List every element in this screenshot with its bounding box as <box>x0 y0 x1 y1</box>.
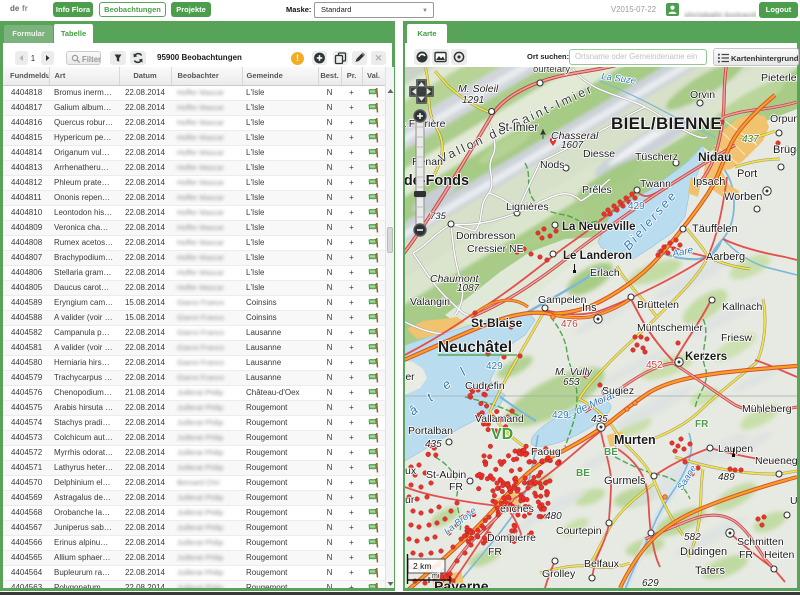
svg-text:Pieterlen: Pieterlen <box>761 72 797 84</box>
svg-text:ur: ur <box>405 494 415 506</box>
svg-text:enches: enches <box>500 503 534 515</box>
svg-text:Diesse: Diesse <box>583 148 615 160</box>
svg-text:Kerzers: Kerzers <box>685 351 727 363</box>
svg-text:429: 429 <box>552 410 569 421</box>
svg-text:735: 735 <box>430 211 447 222</box>
svg-text:Brügg: Brügg <box>773 144 797 156</box>
svg-text:429: 429 <box>628 201 645 212</box>
svg-text:Laupen: Laupen <box>718 443 753 455</box>
svg-text:Tüscherz: Tüscherz <box>635 151 678 163</box>
svg-text:Gurmels: Gurmels <box>604 475 646 487</box>
svg-text:435: 435 <box>425 439 442 450</box>
svg-text:1607: 1607 <box>561 140 584 151</box>
svg-text:La Neuveville: La Neuveville <box>562 221 636 233</box>
svg-text:VD: VD <box>491 426 513 443</box>
svg-text:ier: ier <box>405 371 415 383</box>
svg-text:Brüttelen: Brüttelen <box>637 299 679 311</box>
svg-text:FR: FR <box>488 546 502 558</box>
svg-text:Lignières: Lignières <box>506 201 549 213</box>
svg-text:Port: Port <box>737 168 757 180</box>
svg-text:2 km: 2 km <box>413 561 431 571</box>
svg-text:452: 452 <box>646 360 663 371</box>
svg-text:BE: BE <box>604 447 618 458</box>
svg-text:Kallnach: Kallnach <box>722 301 762 313</box>
svg-text:Courtepin: Courtepin <box>556 525 602 537</box>
svg-text:480: 480 <box>545 511 562 522</box>
svg-text:489: 489 <box>718 472 735 483</box>
svg-text:Aarberg: Aarberg <box>706 251 745 263</box>
svg-text:Müntschemier: Müntschemier <box>637 322 703 334</box>
svg-text:Cudrefin: Cudrefin <box>465 380 505 392</box>
svg-text:Portalban: Portalban <box>408 425 453 437</box>
svg-text:Orvin: Orvin <box>690 89 715 101</box>
svg-text:Faoug: Faoug <box>531 446 561 458</box>
svg-text:Mühleberg: Mühleberg <box>742 403 792 415</box>
svg-text:435: 435 <box>591 414 608 425</box>
svg-text:1087: 1087 <box>457 283 480 294</box>
svg-text:Vallamand: Vallamand <box>475 413 524 425</box>
svg-text:Worben: Worben <box>724 191 762 203</box>
svg-text:Heiten: Heiten <box>764 549 795 561</box>
svg-text:St-Blaise: St-Blaise <box>471 316 523 330</box>
svg-text:Friesw: Friesw <box>721 332 752 344</box>
svg-text:FR: FR <box>449 481 463 493</box>
svg-text:629: 629 <box>642 578 659 588</box>
svg-text:ux: ux <box>405 465 417 477</box>
svg-text:Erlach: Erlach <box>590 267 620 279</box>
svg-text:Nidau: Nidau <box>698 150 731 164</box>
svg-text:St-Imier: St-Imier <box>498 122 538 134</box>
svg-text:U: U <box>790 495 797 507</box>
svg-text:St-Aubin: St-Aubin <box>426 469 466 481</box>
svg-text:Neuchâtel: Neuchâtel <box>438 339 512 356</box>
svg-text:Belfaux: Belfaux <box>584 558 620 570</box>
svg-text:476: 476 <box>561 319 578 330</box>
svg-text:ourtelary: ourtelary <box>533 67 570 75</box>
svg-text:Ipsach: Ipsach <box>693 176 725 188</box>
svg-text:Tafers: Tafers <box>695 565 725 577</box>
svg-text:653: 653 <box>563 377 580 388</box>
svg-text:582: 582 <box>684 532 701 543</box>
svg-text:Dombresson: Dombresson <box>456 230 516 242</box>
svg-text:Sugiez: Sugiez <box>602 385 634 397</box>
svg-text:-de-Fonds: -de-Fonds <box>405 173 469 189</box>
svg-text:Schmitten: Schmitten <box>737 536 784 548</box>
svg-text:Prêles: Prêles <box>582 184 612 196</box>
svg-text:Neueneg: Neueneg <box>755 455 797 467</box>
svg-text:FR: FR <box>695 419 709 430</box>
svg-text:FR: FR <box>739 549 753 561</box>
svg-text:429: 429 <box>486 361 503 372</box>
svg-text:Grolley: Grolley <box>542 568 576 580</box>
svg-text:1291: 1291 <box>462 95 484 106</box>
svg-text:Ins: Ins <box>582 302 597 314</box>
svg-text:Dompierre: Dompierre <box>487 532 536 544</box>
svg-text:Twann: Twann <box>640 178 671 190</box>
svg-text:Murten: Murten <box>614 433 656 447</box>
svg-text:437: 437 <box>742 134 759 145</box>
svg-text:BE: BE <box>576 468 590 479</box>
svg-text:Düdingen: Düdingen <box>680 546 727 558</box>
svg-text:Le Landeron: Le Landeron <box>563 250 632 262</box>
svg-text:Täuffelen: Täuffelen <box>692 223 738 235</box>
svg-text:mi: mi <box>432 573 440 580</box>
svg-text:Gampelen: Gampelen <box>538 294 587 306</box>
svg-text:M. Soleil: M. Soleil <box>458 83 499 95</box>
svg-text:BIEL/BIENNE: BIEL/BIENNE <box>611 114 722 133</box>
svg-text:Cressier NE: Cressier NE <box>467 243 524 255</box>
svg-text:Orpun: Orpun <box>770 113 797 125</box>
svg-text:Valangin: Valangin <box>410 296 450 308</box>
svg-text:Nods: Nods <box>540 159 565 171</box>
